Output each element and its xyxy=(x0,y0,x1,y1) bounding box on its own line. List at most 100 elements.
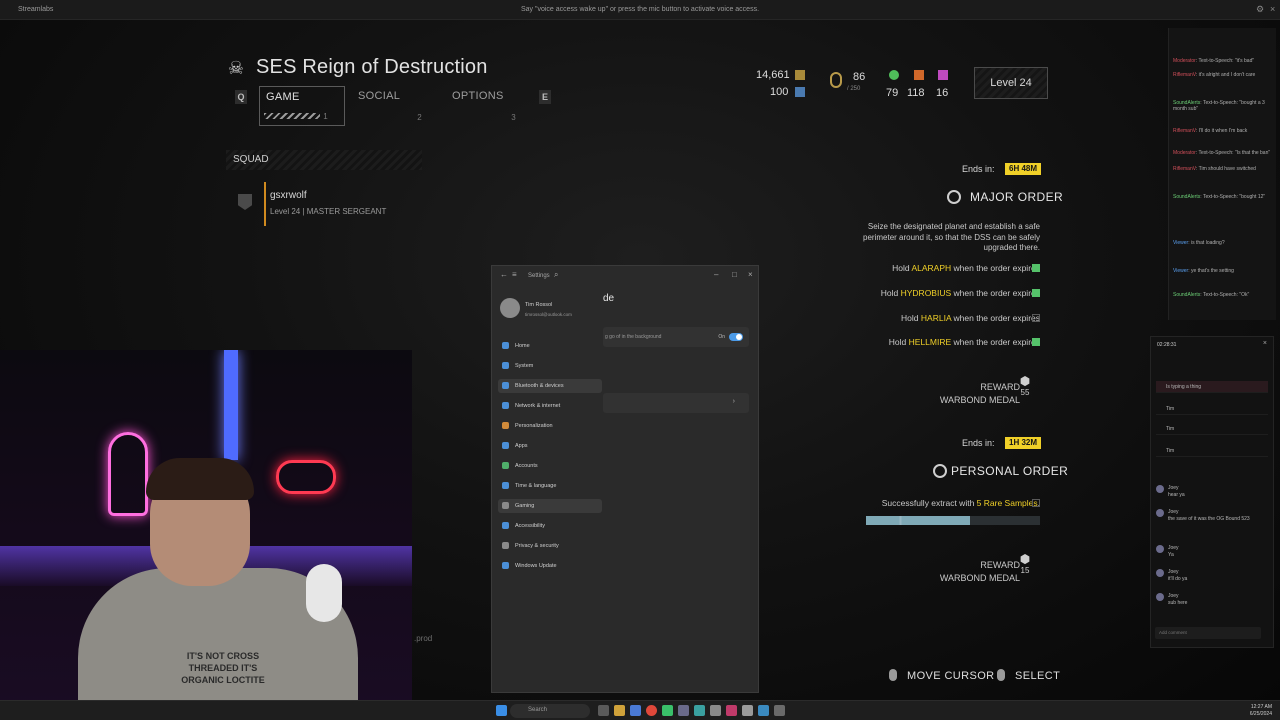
member-color-bar xyxy=(264,182,266,226)
tab-options[interactable]: OPTIONS 3 xyxy=(446,86,532,126)
nav-network[interactable]: Network & internet xyxy=(498,399,602,413)
nav-windows-update[interactable]: Windows Update xyxy=(498,559,602,573)
setting-toggle[interactable] xyxy=(729,333,743,341)
taskbar-clock[interactable]: 12:27 AM 6/25/2024 xyxy=(1250,704,1272,718)
nav-personalization[interactable]: Personalization xyxy=(498,419,602,433)
chat-panel-item[interactable]: Tim xyxy=(1156,423,1268,435)
app-icon[interactable] xyxy=(710,705,721,716)
personal-order-timer: 1H 32M xyxy=(1005,437,1042,449)
chat-message: SoundAlerts: Text-to-Speech: "Ok" xyxy=(1173,292,1250,298)
chat-user: RiflemanV xyxy=(1173,128,1196,134)
nav-time-language[interactable]: Time & language xyxy=(498,479,602,493)
streamer-hair xyxy=(146,458,254,500)
taskbar-search[interactable]: Search xyxy=(510,704,590,718)
chat-input[interactable]: Add comment xyxy=(1155,627,1261,639)
avatar[interactable] xyxy=(500,298,520,318)
reward-name: WARBOND MEDAL xyxy=(939,573,1020,583)
task-view-icon[interactable] xyxy=(598,705,609,716)
squad-member[interactable]: gsxrwolf Level 24 | MASTER SERGEANT xyxy=(226,180,426,226)
personal-reward-label: REWARD WARBOND MEDAL xyxy=(940,559,1020,585)
close-icon[interactable]: × xyxy=(1263,340,1267,347)
toggle-state-label: On xyxy=(718,334,725,340)
minimize-icon[interactable]: – xyxy=(714,270,718,279)
requisition-slips: 14,661 xyxy=(756,69,790,81)
chat-panel-item[interactable]: Tim xyxy=(1156,403,1268,415)
tab-game[interactable]: GAME 1 xyxy=(259,86,345,126)
app-icon[interactable] xyxy=(758,705,769,716)
message-text: sub here xyxy=(1168,600,1188,606)
chat-user: SoundAlerts xyxy=(1173,292,1201,298)
objective-suffix: when the order expires xyxy=(953,313,1040,323)
chat-panel-item[interactable]: Tim xyxy=(1156,445,1268,457)
nav-accounts[interactable]: Accounts xyxy=(498,459,602,473)
settings-window[interactable]: ← ≡ Settings ⌕ – □ × Tim Rossol timrosso… xyxy=(491,265,759,693)
edge-icon[interactable] xyxy=(630,705,641,716)
setting-description: g go of in the background xyxy=(605,334,662,340)
app-icon[interactable] xyxy=(678,705,689,716)
app-icon[interactable] xyxy=(694,705,705,716)
ship-header: ☠ SES Reign of Destruction xyxy=(226,56,488,79)
chat-user: RiflemanV xyxy=(1173,72,1196,78)
search-icon[interactable]: ⌕ xyxy=(554,270,558,280)
app-icon[interactable] xyxy=(662,705,673,716)
settings-app-icon[interactable] xyxy=(742,705,753,716)
chat-user: Viewer xyxy=(1173,240,1189,246)
close-icon[interactable]: × xyxy=(748,270,753,279)
reward-label-text: REWARD xyxy=(980,382,1020,392)
close-icon[interactable]: × xyxy=(1270,4,1275,14)
update-icon xyxy=(502,562,509,569)
taskbar: Search 12:27 AM 6/25/2024 xyxy=(0,700,1280,720)
nav-apps[interactable]: Apps xyxy=(498,439,602,453)
objective-row: Hold HARLIA when the order expires xyxy=(901,313,1040,323)
maximize-icon[interactable]: □ xyxy=(732,270,737,279)
personal-order-progress xyxy=(866,516,1040,525)
member-rank: Level 24 | MASTER SERGEANT xyxy=(270,207,387,216)
message-text: hear ya xyxy=(1168,492,1185,498)
chat-text: it's alright and I don't care xyxy=(1198,72,1256,78)
nav-label: Time & language xyxy=(515,483,557,489)
chat-message: Moderator: Text-to-Speech: "it's bad" xyxy=(1173,58,1255,64)
chevron-right-icon: › xyxy=(732,398,735,405)
objective-planet: ALARAPH xyxy=(911,263,952,273)
objective-checkbox xyxy=(1032,264,1040,272)
avatar xyxy=(1156,545,1164,553)
file-explorer-icon[interactable] xyxy=(614,705,625,716)
chat-feed: Moderator: Text-to-Speech: "it's bad" Ri… xyxy=(1168,28,1276,320)
nav-bluetooth[interactable]: Bluetooth & devices xyxy=(498,379,602,393)
rare-samples: 118 xyxy=(907,87,925,99)
progress-fill xyxy=(866,516,971,525)
settings-page-heading: de xyxy=(603,293,615,304)
nav-label: Home xyxy=(515,343,530,349)
menu-icon[interactable]: ≡ xyxy=(512,270,517,279)
network-icon xyxy=(502,402,509,409)
chat-user: RiflemanV xyxy=(1173,166,1196,172)
major-reward-label: REWARD WARBOND MEDAL xyxy=(940,381,1020,407)
back-icon[interactable]: ← xyxy=(500,270,508,279)
chat-message: SoundAlerts: Text-to-Speech: "bought a 3… xyxy=(1173,100,1265,112)
tab-social[interactable]: SOCIAL 2 xyxy=(352,86,438,126)
chrome-icon[interactable] xyxy=(646,705,657,716)
mic-icon[interactable]: ⚙ xyxy=(1256,4,1264,15)
account-icon xyxy=(502,462,509,469)
windows-start-icon[interactable] xyxy=(496,705,507,716)
nav-gaming[interactable]: Gaming xyxy=(498,499,602,513)
app-icon[interactable] xyxy=(726,705,737,716)
shield-icon xyxy=(502,542,509,549)
settings-toggle-row[interactable]: g go of in the background On xyxy=(603,327,749,347)
tab-game-number: 1 xyxy=(323,112,328,121)
nav-system[interactable]: System xyxy=(498,359,602,373)
nav-home[interactable]: Home xyxy=(498,339,602,353)
nav-label: Network & internet xyxy=(515,403,561,409)
chat-panel-item[interactable]: Is typing a thing xyxy=(1156,381,1268,393)
settings-link-row[interactable]: › xyxy=(603,393,749,413)
chat-message: SoundAlerts: Text-to-Speech: "bought 12" xyxy=(1173,194,1266,200)
overlay-text: .prod xyxy=(414,634,433,643)
nav-privacy[interactable]: Privacy & security xyxy=(498,539,602,553)
objective-row: Hold HELLMIRE when the order expires xyxy=(889,337,1040,347)
app-icon[interactable] xyxy=(774,705,785,716)
common-sample-icon xyxy=(889,70,899,80)
player-level: Level 24 xyxy=(974,67,1048,99)
top-bar: Streamlabs Say "voice access wake up" or… xyxy=(0,0,1280,20)
avatar xyxy=(1156,569,1164,577)
nav-accessibility[interactable]: Accessibility xyxy=(498,519,602,533)
